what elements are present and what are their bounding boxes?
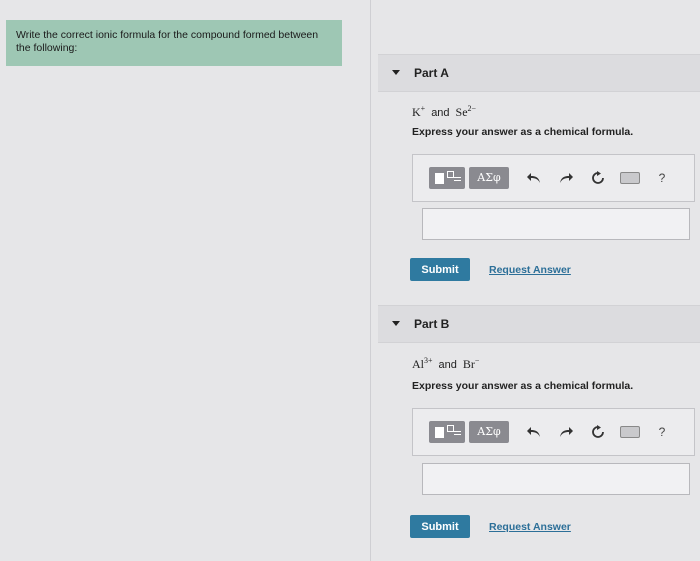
undo-icon	[527, 173, 540, 183]
template-icon	[435, 173, 444, 184]
redo-button[interactable]	[555, 167, 577, 189]
ion-symbol: K	[412, 105, 421, 119]
part-b-ions: Al3+ and Br−	[412, 356, 479, 372]
part-b-request-answer-link[interactable]: Request Answer	[489, 521, 571, 533]
template-button[interactable]	[429, 167, 465, 189]
help-icon[interactable]: ?	[651, 167, 673, 189]
instructions-banner: Write the correct ionic formula for the …	[6, 20, 342, 66]
reset-button[interactable]	[587, 421, 609, 443]
column-divider	[370, 0, 371, 561]
part-a-request-answer-link[interactable]: Request Answer	[489, 264, 571, 276]
caret-down-icon[interactable]	[392, 321, 400, 326]
and-text: and	[431, 107, 450, 119]
part-a-submit-button[interactable]: Submit	[410, 258, 470, 281]
greek-symbols-button[interactable]: ΑΣφ	[469, 421, 509, 443]
help-icon[interactable]: ?	[651, 421, 673, 443]
ion-charge: +	[420, 104, 426, 113]
part-a-header[interactable]: Part A	[378, 54, 700, 92]
redo-button[interactable]	[555, 421, 577, 443]
reset-icon	[592, 425, 604, 438]
ion-symbol: Br	[462, 357, 475, 371]
caret-down-icon[interactable]	[392, 70, 400, 75]
part-b-editor: ΑΣφ ?	[412, 408, 695, 456]
reset-button[interactable]	[587, 167, 609, 189]
greek-symbols-button[interactable]: ΑΣφ	[469, 167, 509, 189]
part-a-prompt: Express your answer as a chemical formul…	[412, 126, 634, 138]
redo-icon	[560, 173, 573, 183]
part-a-ions: K+ and Se2−	[412, 104, 476, 120]
ion-charge: 2−	[467, 104, 477, 113]
template-icon	[435, 427, 444, 438]
redo-icon	[560, 427, 573, 437]
template-button[interactable]	[429, 421, 465, 443]
editor-toolbar: ΑΣφ ?	[429, 167, 683, 189]
undo-icon	[527, 427, 540, 437]
part-b-title: Part B	[414, 317, 450, 331]
part-b-prompt: Express your answer as a chemical formul…	[412, 380, 634, 392]
ion-charge: −	[474, 356, 480, 365]
ion-charge: 3+	[424, 356, 433, 365]
part-b-answer-input[interactable]	[422, 463, 690, 495]
instructions-text: Write the correct ionic formula for the …	[16, 29, 319, 54]
ion-symbol: Al	[412, 357, 424, 371]
part-a-answer-input[interactable]	[422, 208, 690, 240]
editor-toolbar: ΑΣφ ?	[429, 421, 683, 443]
undo-button[interactable]	[523, 167, 545, 189]
ion-symbol: Se	[455, 105, 468, 119]
undo-button[interactable]	[523, 421, 545, 443]
part-b-header[interactable]: Part B	[378, 305, 700, 343]
part-a-title: Part A	[414, 66, 449, 80]
keyboard-button[interactable]	[619, 421, 641, 443]
reset-icon	[592, 171, 604, 184]
keyboard-icon	[620, 172, 640, 184]
part-a-editor: ΑΣφ ?	[412, 154, 695, 202]
keyboard-button[interactable]	[619, 167, 641, 189]
part-b-submit-button[interactable]: Submit	[410, 515, 470, 538]
and-text: and	[438, 359, 457, 371]
keyboard-icon	[620, 426, 640, 438]
